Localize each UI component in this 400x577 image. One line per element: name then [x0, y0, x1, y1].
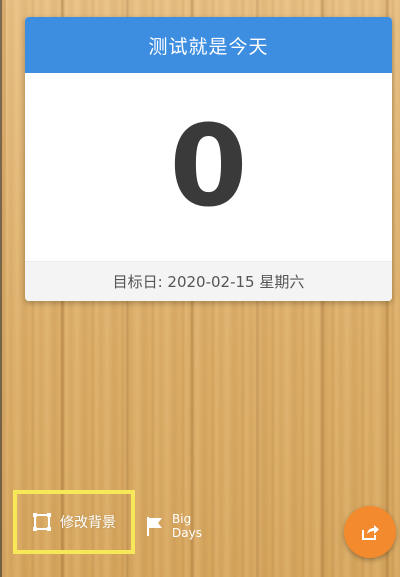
- change-background-button[interactable]: 修改背景: [13, 490, 135, 554]
- crop-frame-icon: [33, 513, 51, 531]
- big-days-button[interactable]: Big Days: [144, 512, 202, 540]
- countdown-title: 测试就是今天: [25, 17, 392, 73]
- target-date: 目标日: 2020-02-15 星期六: [25, 261, 392, 301]
- flag-icon: [147, 517, 162, 536]
- big-days-label-line1: Big: [172, 512, 192, 526]
- change-background-label: 修改背景: [60, 515, 116, 531]
- countdown-card[interactable]: 测试就是今天 0 目标日: 2020-02-15 星期六: [25, 17, 392, 301]
- days-count: 0: [169, 102, 248, 232]
- share-button[interactable]: [344, 506, 396, 558]
- share-icon: [362, 525, 379, 540]
- bottom-bar: 修改背景 Big Days: [0, 490, 400, 577]
- big-days-label-line2: Days: [172, 526, 202, 540]
